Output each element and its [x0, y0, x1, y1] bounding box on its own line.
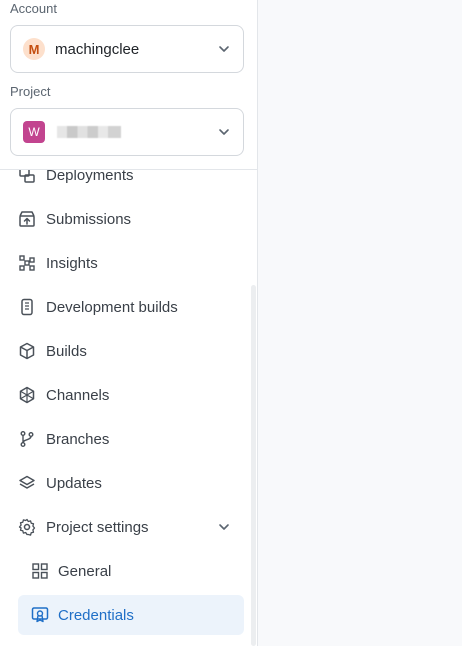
nav-list[interactable]: Deployments Submissions Insights Develop…: [0, 170, 257, 646]
nav-subitem-general[interactable]: General: [0, 549, 257, 593]
project-selector[interactable]: W: [10, 108, 244, 156]
nav-item-label: Builds: [46, 342, 87, 360]
gear-icon: [18, 518, 36, 536]
nav-item-branches[interactable]: Branches: [0, 417, 257, 461]
nav-item-label: Submissions: [46, 210, 132, 228]
nav-item-deployments[interactable]: Deployments: [0, 170, 257, 197]
chevron-down-icon[interactable]: [217, 520, 231, 534]
nav-item-label: Updates: [46, 474, 102, 492]
nav-item-project-settings[interactable]: Project settings: [0, 505, 257, 549]
nav-item-builds[interactable]: Builds: [0, 329, 257, 373]
nav-item-label: Development builds: [46, 298, 178, 316]
nav-item-label: General: [58, 562, 112, 580]
device-icon: [21, 298, 33, 316]
deployments-icon: [19, 170, 35, 183]
chevron-down-icon: [219, 129, 229, 135]
sidebar: Account M machingclee Project W Deployme…: [0, 0, 258, 646]
cube-icon: [19, 342, 35, 360]
account-name: machingclee: [55, 40, 140, 58]
insights-icon: [19, 255, 35, 271]
nav-item-label: Channels: [46, 386, 110, 404]
nav-item-insights[interactable]: Insights: [0, 241, 257, 285]
nav-item-development-builds[interactable]: Development builds: [0, 285, 257, 329]
nav-item-label: Deployments: [46, 170, 134, 184]
submissions-icon: [19, 211, 35, 227]
nav-item-label: Credentials: [58, 606, 134, 624]
nav-item-channels[interactable]: Channels: [0, 373, 257, 417]
nav-item-label: Branches: [46, 430, 110, 448]
project-section-label: Project: [10, 84, 51, 99]
nav-subitem-credentials[interactable]: Credentials: [18, 595, 244, 635]
nav-item-submissions[interactable]: Submissions: [0, 197, 257, 241]
account-avatar: M: [23, 38, 45, 60]
account-section-label: Account: [10, 1, 57, 16]
channels-icon: [19, 386, 35, 404]
project-name-redacted: [57, 126, 121, 138]
main-content-area: [258, 0, 462, 646]
account-selector[interactable]: M machingclee: [10, 25, 244, 73]
layers-icon: [19, 475, 35, 489]
chevron-down-icon: [219, 46, 229, 52]
nav-item-label: Project settings: [46, 518, 149, 536]
branch-icon: [20, 431, 34, 447]
project-avatar: W: [23, 121, 45, 143]
nav-item-updates[interactable]: Updates: [0, 461, 257, 505]
grid-icon: [32, 563, 48, 579]
nav-item-label: Insights: [46, 254, 98, 272]
certificate-icon: [31, 607, 49, 623]
sidebar-scrollbar[interactable]: [251, 285, 256, 646]
